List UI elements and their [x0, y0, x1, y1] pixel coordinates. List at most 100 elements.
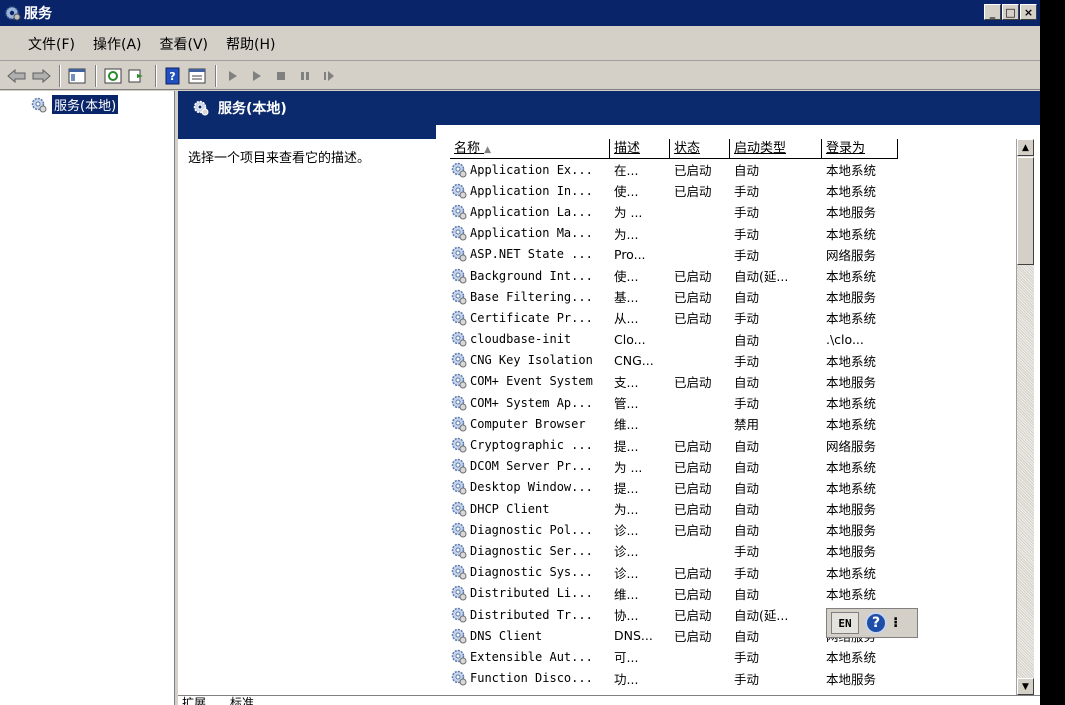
column-header-status[interactable]: 状态 — [670, 139, 730, 159]
service-row[interactable]: cloudbase-init Clo... 自动 .\clo... — [450, 329, 1016, 350]
menu-bar: 文件(F) 操作(A) 查看(V) 帮助(H) — [0, 27, 1040, 61]
service-status: 已启动 — [674, 586, 712, 602]
service-status: 已启动 — [674, 374, 712, 390]
service-row[interactable]: COM+ System Ap... 管... 手动 本地系统 — [450, 392, 1016, 413]
column-header-startup-type[interactable]: 启动类型 — [730, 139, 822, 159]
back-button[interactable] — [6, 65, 28, 87]
service-log-on-as: 本地系统 — [826, 565, 877, 581]
service-row[interactable]: Diagnostic Pol... 诊... 已启动 自动 本地服务 — [450, 519, 1016, 540]
service-row[interactable]: COM+ Event System 支... 已启动 自动 本地服务 — [450, 371, 1016, 392]
scroll-thumb[interactable] — [1017, 157, 1034, 265]
menu-help[interactable]: 帮助(H) — [226, 34, 275, 54]
service-row[interactable]: Application La... 为 ... 手动 本地服务 — [450, 201, 1016, 222]
refresh-icon — [104, 68, 122, 83]
service-row[interactable]: DCOM Server Pr... 为 ... 已启动 自动 本地系统 — [450, 456, 1016, 477]
input-language-button[interactable]: EN — [831, 612, 859, 634]
service-description: 使... — [614, 269, 639, 285]
service-row[interactable]: Function Disco... 功... 手动 本地服务 — [450, 668, 1016, 689]
stop-service-button[interactable] — [270, 65, 292, 87]
tree-item-services-local[interactable]: 服务(本地) — [30, 95, 119, 114]
service-row[interactable]: Application Ma... 为... 手动 本地系统 — [450, 223, 1016, 244]
service-name-cell: Function Disco... — [450, 669, 610, 687]
service-status: 已启动 — [674, 480, 712, 496]
service-gear-icon — [450, 436, 468, 454]
start-service-button[interactable] — [222, 65, 244, 87]
export-list-button[interactable] — [126, 65, 148, 87]
service-name: Base Filtering... — [470, 289, 593, 304]
service-gear-icon — [450, 669, 468, 687]
menu-file[interactable]: 文件(F) — [28, 34, 75, 54]
service-row[interactable]: Distributed Li... 维... 已启动 自动 本地系统 — [450, 583, 1016, 604]
tab-extended[interactable]: 扩展 — [182, 694, 206, 705]
service-row[interactable]: ASP.NET State ... Pro... 手动 网络服务 — [450, 244, 1016, 265]
service-name: DHCP Client — [470, 501, 550, 516]
close-button[interactable]: × — [1020, 4, 1037, 20]
console-tree: 服务(本地) — [0, 91, 175, 705]
service-log-on-as: 本地服务 — [826, 502, 877, 518]
help-button[interactable]: ? — [162, 65, 184, 87]
service-description: 为 ... — [614, 459, 643, 475]
service-status: 已启动 — [674, 163, 712, 179]
service-row[interactable]: Distributed Tr...协...已启动自动(延...网络服务 — [450, 604, 1016, 625]
service-log-on-as: 本地服务 — [826, 544, 877, 560]
service-description: 功... — [614, 671, 639, 687]
service-row[interactable]: DHCP Client 为... 已启动 自动 本地服务 — [450, 498, 1016, 519]
service-startup-type: 手动 — [734, 226, 760, 242]
column-header-description[interactable]: 描述 — [610, 139, 670, 159]
menu-view[interactable]: 查看(V) — [160, 34, 209, 54]
service-row[interactable]: Extensible Aut... 可... 手动 本地系统 — [450, 646, 1016, 667]
service-startup-type: 自动 — [734, 629, 760, 645]
start-service-2-button[interactable] — [246, 65, 268, 87]
service-row[interactable]: Computer Browser 维... 禁用 本地系统 — [450, 413, 1016, 434]
toolbar-separator — [155, 64, 157, 87]
service-log-on-as: 本地服务 — [826, 374, 877, 390]
service-row[interactable]: Cryptographic ... 提... 已启动 自动 网络服务 — [450, 434, 1016, 455]
menu-action[interactable]: 操作(A) — [93, 34, 142, 54]
service-description: 诊... — [614, 565, 639, 581]
service-name-cell: Application Ma... — [450, 224, 610, 242]
service-row[interactable]: Diagnostic Ser... 诊... 手动 本地服务 — [450, 540, 1016, 561]
service-row[interactable]: Application In... 使... 已启动 手动 本地系统 — [450, 180, 1016, 201]
restart-service-button[interactable] — [318, 65, 340, 87]
service-name-cell: Diagnostic Sys... — [450, 563, 610, 581]
service-gear-icon — [450, 648, 468, 666]
maximize-button[interactable]: □ — [1002, 4, 1019, 20]
language-bar-options-icon[interactable]: ⁝ — [893, 615, 898, 631]
toolbar: ? — [0, 62, 1040, 90]
properties-button[interactable] — [186, 65, 208, 87]
service-status: 已启动 — [674, 311, 712, 327]
service-row[interactable]: Background Int... 使... 已启动 自动(延... 本地系统 — [450, 265, 1016, 286]
service-row[interactable]: Base Filtering... 基... 已启动 自动 本地服务 — [450, 286, 1016, 307]
service-name-cell: Diagnostic Pol... — [450, 521, 610, 539]
title-bar[interactable]: 服务 _ □ × — [0, 0, 1040, 26]
service-name: Cryptographic ... — [470, 438, 593, 453]
service-description: 支... — [614, 374, 639, 390]
service-row[interactable]: Diagnostic Sys... 诊... 已启动 手动 本地系统 — [450, 562, 1016, 583]
service-description: 诊... — [614, 523, 639, 539]
service-row[interactable]: Desktop Window... 提... 已启动 自动 本地系统 — [450, 477, 1016, 498]
service-row[interactable]: CNG Key Isolation CNG... 手动 本地系统 — [450, 350, 1016, 371]
help-icon[interactable]: ? — [865, 612, 887, 634]
service-name-cell: Diagnostic Ser... — [450, 542, 610, 560]
refresh-button[interactable] — [102, 65, 124, 87]
service-startup-type: 手动 — [734, 565, 760, 581]
service-startup-type: 自动 — [734, 374, 760, 390]
pause-service-button[interactable] — [294, 65, 316, 87]
tab-standard[interactable]: 标准 — [230, 694, 254, 705]
pane-banner: 服务(本地) — [178, 91, 1040, 125]
forward-button[interactable] — [30, 65, 52, 87]
service-row[interactable]: DNS ClientDNS...已启动自动网络服务 — [450, 625, 1016, 646]
service-startup-type: 自动 — [734, 523, 760, 539]
scroll-down-button[interactable]: ▼ — [1017, 678, 1034, 695]
minimize-button[interactable]: _ — [984, 4, 1001, 20]
service-gear-icon — [450, 224, 468, 242]
service-name: DNS Client — [470, 628, 543, 643]
vertical-scrollbar[interactable]: ▲ ▼ — [1016, 139, 1034, 695]
banner-tab-curve — [436, 125, 1040, 139]
column-header-name[interactable]: 名称 ▲ — [450, 139, 610, 159]
service-row[interactable]: Certificate Pr... 从... 已启动 手动 本地系统 — [450, 307, 1016, 328]
scroll-up-button[interactable]: ▲ — [1017, 139, 1034, 156]
service-row[interactable]: Application Ex... 在... 已启动 自动 本地系统 — [450, 159, 1016, 180]
show-console-tree-button[interactable] — [66, 65, 88, 87]
column-header-log-on-as[interactable]: 登录为 — [822, 139, 898, 159]
